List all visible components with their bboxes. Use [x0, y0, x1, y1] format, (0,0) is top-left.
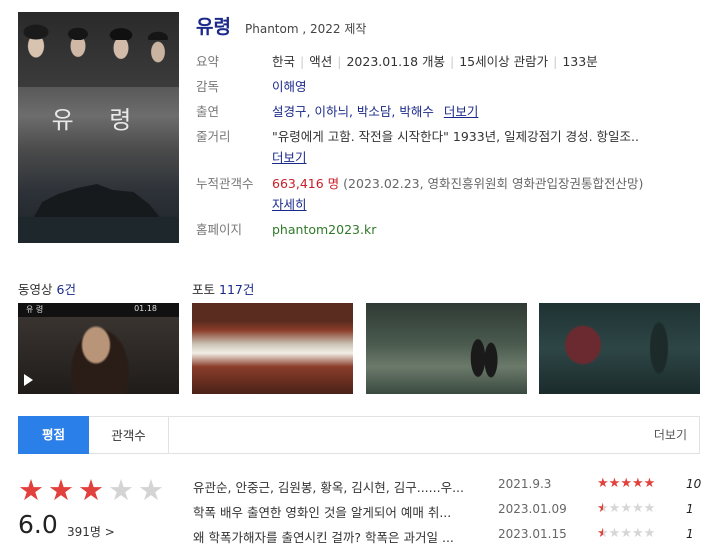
poster-title-text: 유 령	[51, 106, 146, 134]
review-score: 10	[686, 477, 702, 491]
video-label: 동영상	[18, 282, 53, 297]
video-overlay-title: 유 령	[26, 305, 44, 314]
star-icon: ★	[643, 526, 656, 541]
rating-more-link[interactable]: 더보기	[654, 417, 687, 454]
star-icon: ★	[643, 476, 656, 491]
movie-title[interactable]: 유령	[196, 12, 231, 39]
review-score: 1	[686, 502, 694, 516]
rating-score: 6.0	[18, 510, 58, 539]
photo-thumbnail-2[interactable]	[366, 303, 527, 394]
tab-rating[interactable]: 평점	[18, 416, 89, 454]
audience-value: 663,416 명 (2023.02.23, 영화진흥위원회 영화관입장권통합전…	[272, 174, 643, 194]
cast-links[interactable]: 설경구, 이하늬, 박소담, 박해수	[272, 104, 434, 119]
star-icon: ★	[631, 501, 644, 516]
summary-release: 2023.01.18 개봉	[346, 54, 446, 69]
star-icon: ★	[608, 526, 621, 541]
review-date: 2021.9.3	[498, 477, 552, 491]
director-link[interactable]: 이해영	[272, 77, 307, 97]
rating-votes-link[interactable]: 391명 >	[67, 523, 115, 540]
summary-label: 요약	[196, 54, 220, 69]
rating-stars: ★ ★ ★ ★ ★	[18, 473, 168, 507]
star-icon: ★	[78, 473, 104, 507]
tab-audience[interactable]: 관객수	[89, 416, 169, 454]
plot-more-link[interactable]: 더보기	[272, 148, 307, 168]
photo-section-title[interactable]: 포토 117건	[192, 279, 254, 298]
star-icon: ★	[620, 501, 632, 516]
summary-country: 한국	[272, 54, 296, 69]
audience-more-link[interactable]: 자세히	[272, 195, 307, 215]
plot-label: 줄거리	[196, 129, 231, 144]
cast-value: 설경구, 이하늬, 박소담, 박해수 더보기	[272, 102, 478, 122]
audience-count: 663,416 명	[272, 176, 340, 191]
star-icon: ★	[608, 476, 621, 491]
movie-subtitle: Phantom , 2022 제작	[245, 22, 367, 36]
poster-hats-image	[18, 20, 179, 40]
movie-poster[interactable]: 유 령	[18, 12, 179, 243]
star-icon: ★	[643, 501, 656, 516]
summary-runtime: 133분	[562, 54, 598, 69]
audience-label: 누적관객수	[196, 176, 254, 191]
review-text[interactable]: 학폭 배우 출연한 영화인 것을 알게되어 예매 취...	[193, 502, 493, 521]
video-thumbnail[interactable]: 유 령 01.18	[18, 303, 179, 394]
poster-island-image	[32, 184, 162, 220]
play-icon[interactable]	[24, 374, 33, 386]
video-count: 6건	[56, 282, 76, 297]
photo-thumbnail-1[interactable]	[192, 303, 353, 394]
review-stars: ★★★★★	[597, 476, 655, 491]
video-overlay-bar: 유 령 01.18	[18, 303, 179, 317]
review-text[interactable]: 왜 학폭가해자를 출연시킨 걸까? 학폭은 과거일 ...	[193, 527, 493, 546]
video-overlay-date: 01.18	[134, 304, 157, 313]
star-icon: ★	[138, 473, 164, 507]
star-icon: ★	[597, 476, 609, 491]
star-icon: ★	[631, 526, 644, 541]
rating-tab-bar: 평점 관객수 더보기	[18, 416, 700, 454]
star-icon: ★	[108, 473, 134, 507]
star-icon: ★	[620, 526, 632, 541]
homepage-link[interactable]: phantom2023.kr	[272, 220, 376, 240]
photo-thumbnail-3[interactable]	[539, 303, 700, 394]
star-icon: ★	[631, 476, 644, 491]
audience-source: (2023.02.23, 영화진흥위원회 영화관입장권통합전산망)	[343, 176, 644, 191]
director-label: 감독	[196, 79, 220, 94]
review-score: 1	[686, 527, 694, 541]
star-icon: ★	[608, 501, 621, 516]
cast-more-link[interactable]: 더보기	[444, 104, 479, 119]
star-icon: ★	[48, 473, 74, 507]
review-date: 2023.01.15	[498, 527, 567, 541]
video-section-title[interactable]: 동영상 6건	[18, 279, 76, 298]
photo-count: 117건	[219, 282, 255, 297]
homepage-label: 홈페이지	[196, 222, 243, 237]
star-icon: ★	[597, 501, 609, 516]
review-stars: ★★★★★	[597, 526, 655, 541]
summary-value: 한국 | 액션 | 2023.01.18 개봉 | 15세이상 관람가 | 133분	[272, 54, 598, 69]
cast-label: 출연	[196, 104, 220, 119]
star-icon: ★	[18, 473, 44, 507]
summary-rating: 15세이상 관람가	[459, 54, 549, 69]
photo-label: 포토	[192, 282, 216, 297]
star-icon: ★	[597, 526, 609, 541]
review-date: 2023.01.09	[498, 502, 567, 516]
star-icon: ★	[620, 476, 632, 491]
summary-genre: 액션	[309, 54, 333, 69]
review-text[interactable]: 유관순, 안중근, 김원봉, 황옥, 김시현, 김구......우...	[193, 477, 493, 496]
review-stars: ★★★★★	[597, 501, 655, 516]
poster-sea-image	[18, 217, 179, 243]
plot-text: "유령에게 고함. 작전을 시작한다" 1933년, 일제강점기 경성. 항일조…	[272, 129, 639, 144]
